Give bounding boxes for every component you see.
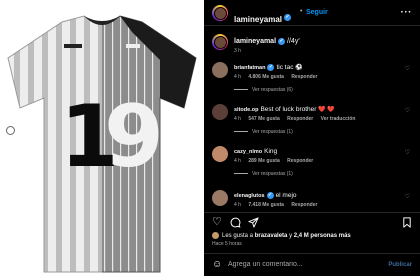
comment-meta: 4 h 289 Me gusta Responder <box>234 158 319 164</box>
comment-likes[interactable]: 7.418 Me gusta <box>248 202 284 208</box>
comment-reply-button[interactable]: Responder <box>287 116 313 122</box>
comment-reply-button[interactable]: Responder <box>287 158 313 164</box>
verified-badge-icon: ✓ <box>266 192 274 199</box>
comment-line: sitode.op Best of luck brother ❤️ ❤️ <box>234 106 335 113</box>
comment-time: 4 h <box>234 74 241 80</box>
comment-line: cazy_nlmo King <box>234 148 277 155</box>
view-replies-button[interactable]: Ver respuestas (1) <box>234 129 293 135</box>
comment-text: tic tac <box>276 64 294 72</box>
comment-reply-button[interactable]: Responder <box>291 202 317 208</box>
comment-emoji: ⚽️ <box>295 65 303 72</box>
send-icon[interactable] <box>248 217 259 231</box>
author-username[interactable]: lamineyamal ✓ <box>234 9 292 27</box>
comment-likes[interactable]: 289 Me gusta <box>248 158 279 164</box>
comment-meta: 4 h 7.418 Me gusta Responder <box>234 202 323 208</box>
comment-username[interactable]: sitode.op <box>234 107 258 113</box>
view-replies-button[interactable]: Ver respuestas (1) <box>234 171 293 177</box>
follow-button[interactable]: Seguir <box>306 9 328 16</box>
emoji-smile-icon[interactable]: ☺ <box>212 259 222 270</box>
comment-text: el mejo <box>275 192 297 200</box>
post-panel: lamineyamal ✓ • Seguir ··· lamineyamal ✓//… <box>204 0 420 276</box>
comment-line: brianfatman ✓ tic tac ⚽️ <box>234 64 303 71</box>
likes-summary[interactable]: Les gusta a brazavaleta y 2,4 M personas… <box>212 232 351 239</box>
liker-username: brazavaleta <box>254 233 288 240</box>
view-replies-button[interactable]: Ver respuestas (6) <box>234 87 293 93</box>
comment-time: 4 h <box>234 116 241 122</box>
verified-badge-icon: ✓ <box>278 38 286 45</box>
comment-like-heart-icon[interactable]: ♡ <box>405 107 410 114</box>
comment-avatar[interactable] <box>212 190 228 206</box>
comment-username[interactable]: cazy_nlmo <box>234 149 262 155</box>
comment-meta: 4 h 4.806 Me gusta Responder <box>234 74 323 80</box>
comment-like-heart-icon[interactable]: ♡ <box>405 65 410 72</box>
comment-emoji: ❤️ ❤️ <box>318 107 335 113</box>
author-avatar[interactable] <box>212 5 228 21</box>
comment-like-heart-icon[interactable]: ♡ <box>405 193 410 200</box>
comment-avatar[interactable] <box>212 146 228 162</box>
verified-badge-icon: ✓ <box>267 64 275 71</box>
caption-username[interactable]: lamineyamal <box>234 38 276 45</box>
comment-meta: 4 h 547 Me gusta Responder Ver traducció… <box>234 116 361 122</box>
likes-count: 2,4 M personas más <box>293 233 351 240</box>
heart-icon[interactable]: ♡ <box>212 217 222 228</box>
publish-button[interactable]: Publicar <box>388 262 412 268</box>
liker-avatar <box>212 232 219 239</box>
comment-username[interactable]: elenaglutos <box>234 193 265 199</box>
comment-input[interactable] <box>228 261 378 268</box>
add-comment-bar: ☺ Publicar <box>204 253 420 276</box>
bookmark-icon[interactable] <box>402 217 412 231</box>
comment-text: Best of luck brother <box>260 106 317 113</box>
comment-time: 4 h <box>234 202 241 208</box>
comment-username[interactable]: brianfatman <box>234 65 265 71</box>
comment-likes[interactable]: 4.806 Me gusta <box>248 74 284 80</box>
post-timestamp: Hace 5 horas <box>212 241 242 247</box>
caption-avatar[interactable] <box>212 34 228 50</box>
comment-time: 4 h <box>234 158 241 164</box>
post-image: 1 9 <box>0 0 204 276</box>
comment-likes[interactable]: 547 Me gusta <box>248 116 279 122</box>
verified-badge-icon: ✓ <box>284 14 292 22</box>
comment-avatar[interactable] <box>212 104 228 120</box>
comment-text: King <box>264 148 278 155</box>
caption-line: lamineyamal ✓//4y' <box>234 38 300 45</box>
post-header: lamineyamal ✓ • Seguir ··· <box>204 0 420 26</box>
more-horizontal-icon[interactable]: ··· <box>401 7 413 18</box>
translate-button[interactable]: Ver traducción <box>321 116 356 122</box>
comment-icon[interactable] <box>230 217 241 231</box>
caption-text: //4y' <box>287 38 300 46</box>
comment-reply-button[interactable]: Responder <box>291 74 317 80</box>
post-actions-bar: ♡ <box>204 212 420 230</box>
caption-time: 3 h <box>234 48 241 54</box>
comments-list[interactable]: lamineyamal ✓//4y' 3 h brianfatman ✓ tic ta… <box>204 30 420 208</box>
comment-line: elenaglutos ✓ el mejo <box>234 192 297 199</box>
comment-like-heart-icon[interactable]: ♡ <box>405 149 410 156</box>
separator-dot: • <box>300 8 303 15</box>
comment-avatar[interactable] <box>212 62 228 78</box>
carousel-indicator[interactable] <box>6 126 15 135</box>
jersey-number-right: 9 <box>104 87 164 187</box>
